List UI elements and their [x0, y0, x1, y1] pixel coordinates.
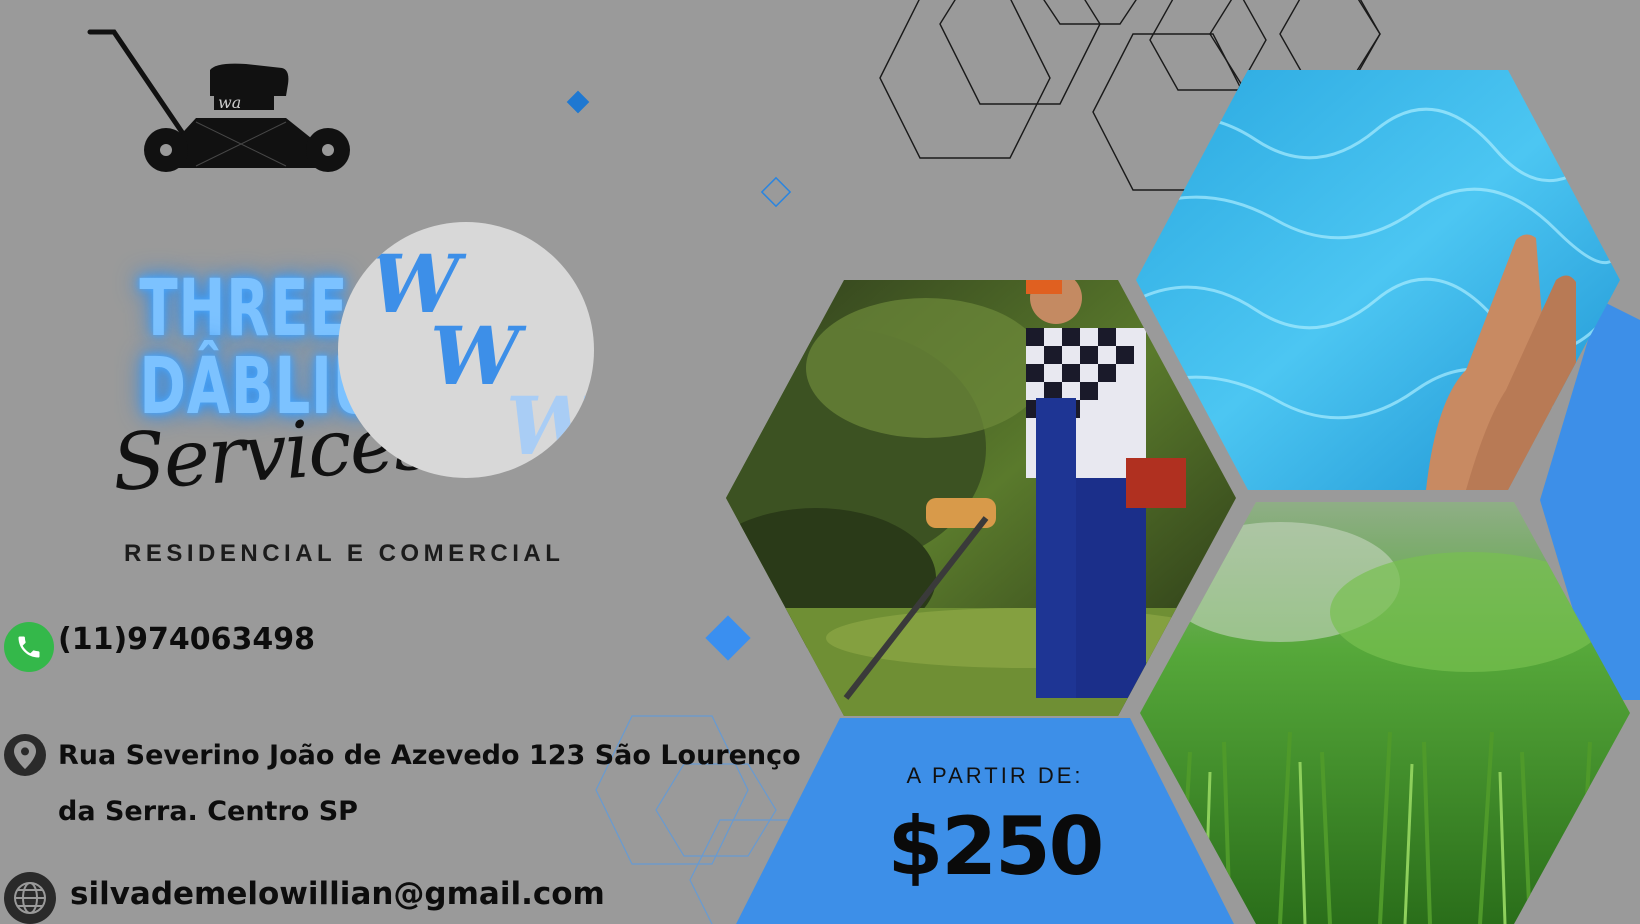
- globe-icon: [4, 872, 56, 924]
- address: Rua Severino João de Azevedo 123 São Lou…: [58, 728, 808, 840]
- price-value: $250: [887, 800, 1105, 893]
- logo-circle: W W W: [338, 222, 594, 478]
- phone-number[interactable]: (11)974063498: [58, 622, 315, 657]
- map-pin-icon: [4, 734, 46, 776]
- price-label: A PARTIR DE:: [906, 763, 1084, 788]
- brand-tagline: RESIDENCIAL E COMERCIAL: [124, 540, 565, 567]
- brand-title-line1: THREE: [139, 264, 349, 354]
- flyer-canvas: wa THREE DÂBLIUS Services RESIDENCIAL E …: [0, 0, 1640, 924]
- phone-icon: [4, 622, 54, 672]
- brand-title: THREE DÂBLIUS: [139, 264, 419, 426]
- lawn-mower-icon: wa: [87, 29, 350, 172]
- logo-letter-3: W: [506, 379, 594, 473]
- address-line1: Rua Severino João de Azevedo 123 São Lou…: [58, 740, 801, 771]
- email-address[interactable]: silvademelowillian@gmail.com: [70, 876, 605, 912]
- mower-label: wa: [218, 93, 241, 112]
- address-line2: da Serra. Centro SP: [58, 796, 358, 827]
- pool-photo: [1136, 70, 1620, 490]
